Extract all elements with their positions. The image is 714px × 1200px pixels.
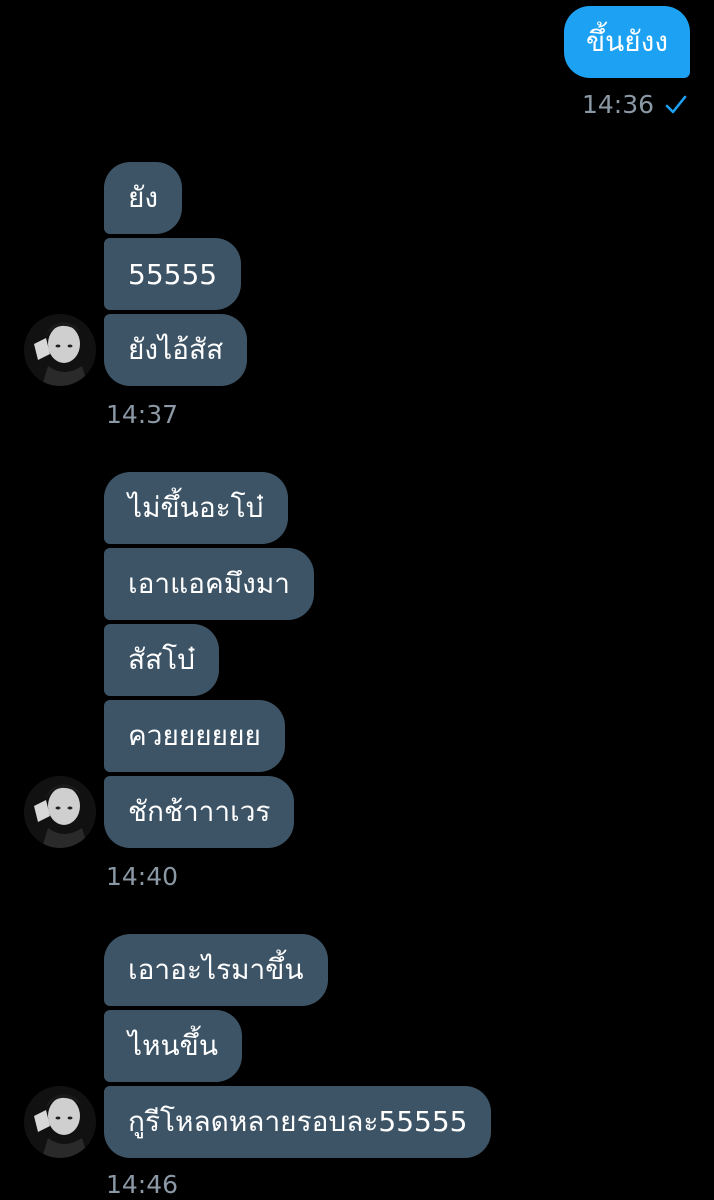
avatar-image	[24, 776, 96, 848]
sent-message-text: ขึ้นยังง	[585, 25, 668, 58]
received-message-time: 14:37	[106, 400, 179, 429]
received-message-text: ไม่ขึ้นอะโบ๋	[128, 491, 264, 524]
avatar-image	[24, 314, 96, 386]
received-message-bubble[interactable]: สัสโบ๋	[104, 624, 219, 696]
received-message-text: เอาแอคมึงมา	[128, 567, 291, 600]
received-message-text: 55555	[128, 257, 218, 291]
received-message-text: ยัง	[128, 181, 159, 214]
received-message-bubble[interactable]: ไม่ขึ้นอะโบ๋	[104, 472, 288, 544]
sent-message-bubble[interactable]: ขึ้นยังง	[563, 6, 690, 78]
sent-message-time: 14:36	[581, 90, 654, 119]
avatar-image	[24, 1086, 96, 1158]
avatar[interactable]	[24, 1086, 96, 1158]
received-message-bubble[interactable]: ชักช้าาาเวร	[104, 776, 295, 848]
received-message-text: เอาอะไรมาขึ้น	[128, 953, 304, 986]
avatar[interactable]	[24, 776, 96, 848]
sent-message-meta: 14:36	[582, 90, 688, 119]
received-message-bubble[interactable]: ยัง	[104, 162, 183, 234]
received-message-text: ไหนขึ้น	[128, 1029, 218, 1062]
received-message-text: สัสโบ๋	[128, 643, 195, 676]
received-message-bubble[interactable]: กูรีโหลดหลายรอบละ55555	[104, 1086, 492, 1158]
avatar[interactable]	[24, 314, 96, 386]
received-message-text: ชักช้าาาเวร	[128, 795, 271, 828]
received-message-bubble[interactable]: ยังไอ้สัส	[104, 314, 248, 386]
received-message-bubble[interactable]: เอาแอคมึงมา	[104, 548, 315, 620]
received-message-text: กูรีโหลดหลายรอบละ55555	[128, 1105, 468, 1138]
received-message-time: 14:46	[106, 1170, 179, 1199]
received-message-bubble[interactable]: ไหนขึ้น	[104, 1010, 242, 1082]
received-message-text: ยังไอ้สัส	[128, 333, 224, 366]
received-message-bubble[interactable]: ควยยยยยย	[104, 700, 285, 772]
received-message-bubble[interactable]: เอาอะไรมาขึ้น	[104, 934, 328, 1006]
received-message-text: ควยยยยยย	[128, 719, 261, 752]
received-message-bubble[interactable]: 55555	[104, 238, 242, 310]
received-message-time: 14:40	[106, 862, 179, 891]
checkmark-icon	[664, 93, 688, 117]
